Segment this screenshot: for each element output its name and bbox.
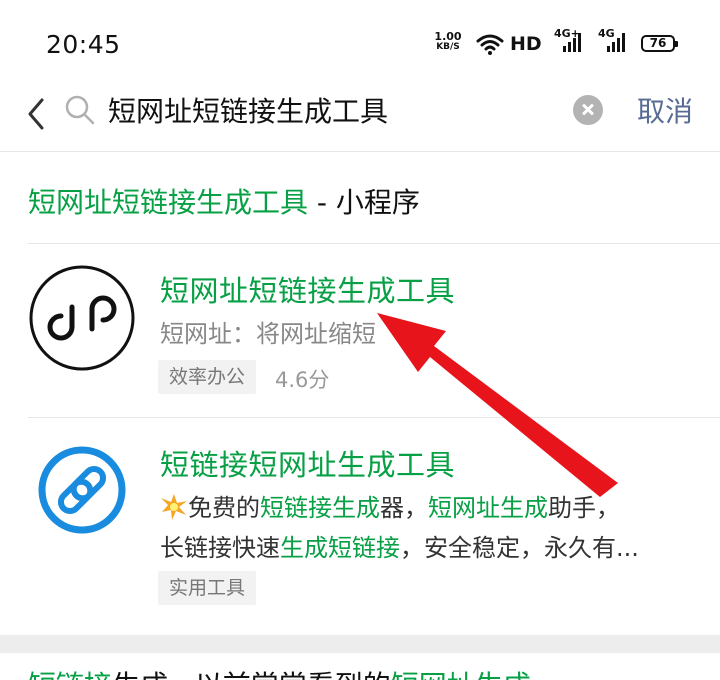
chain-link-icon <box>38 446 126 534</box>
next-result-title[interactable]: 短链接生成...以前常常看到的短网址生成 <box>28 664 531 680</box>
desc-text: 器， <box>380 494 428 522</box>
desc-text: 免费的 <box>188 494 260 522</box>
mini-program-result[interactable]: 短网址短链接生成工具 短网址：将网址缩短 效率办公 4.6分 <box>0 244 720 418</box>
result-title: 短网址短链接生成工具 <box>160 274 456 308</box>
result-title: 短链接短网址生成工具 <box>160 448 456 482</box>
snippet-highlight: 短网址生成 <box>391 669 531 680</box>
rating-score: 4.6分 <box>275 368 330 392</box>
result-description: 免费的短链接生成器，短网址生成助手， <box>160 489 620 527</box>
result-description: 短网址：将网址缩短 <box>160 320 376 348</box>
network-speed-value: 1.00 <box>434 30 462 43</box>
desc-text: 助手， <box>548 494 620 522</box>
sparkle-icon <box>161 494 187 520</box>
category-tag: 实用工具 <box>158 571 257 605</box>
section-title-suffix: - 小程序 <box>308 186 420 219</box>
snippet-highlight: 短链接 <box>28 669 112 680</box>
wifi-icon <box>476 34 504 55</box>
search-bar: 取消 <box>0 84 720 152</box>
battery-indicator: 76 <box>641 35 678 52</box>
section-title[interactable]: 短网址短链接生成工具 - 小程序 <box>28 181 420 221</box>
mini-program-result[interactable]: 短链接短网址生成工具 免费的短链接生成器，短网址生成助手， 长链接快速生成短链接… <box>0 418 720 635</box>
desc-text: 长链接快速 <box>160 534 280 562</box>
section-title-highlight: 短网址短链接生成工具 <box>28 186 309 219</box>
clear-icon[interactable] <box>573 95 603 125</box>
cancel-button[interactable]: 取消 <box>637 90 693 130</box>
network-speed: 1.00 KB/S <box>432 31 464 53</box>
divider <box>0 151 720 152</box>
search-input[interactable] <box>108 87 558 133</box>
desc-highlight: 短链接生成 <box>260 494 380 522</box>
status-bar: 20:45 1.00 KB/S HD 4G+ 4G 76 <box>0 0 720 84</box>
signal-icon: 4G+ <box>554 27 584 54</box>
desc-highlight: 短网址生成 <box>428 494 548 522</box>
snippet-text: 生成...以前常常看到的 <box>112 669 391 680</box>
network-speed-unit: KB/S <box>436 42 460 52</box>
category-tag: 效率办公 <box>158 360 257 394</box>
hd-indicator: HD <box>510 33 542 55</box>
section-separator <box>0 635 720 653</box>
mini-program-logo-icon <box>29 265 135 371</box>
back-arrow-icon[interactable] <box>22 92 52 132</box>
desc-highlight: 生成短链接 <box>280 534 400 562</box>
search-icon <box>65 95 95 125</box>
desc-text: ，安全稳定，永久有... <box>400 534 639 562</box>
signal-icon: 4G <box>598 27 628 54</box>
status-time: 20:45 <box>46 30 121 59</box>
result-description: 长链接快速生成短链接，安全稳定，永久有... <box>160 529 639 567</box>
